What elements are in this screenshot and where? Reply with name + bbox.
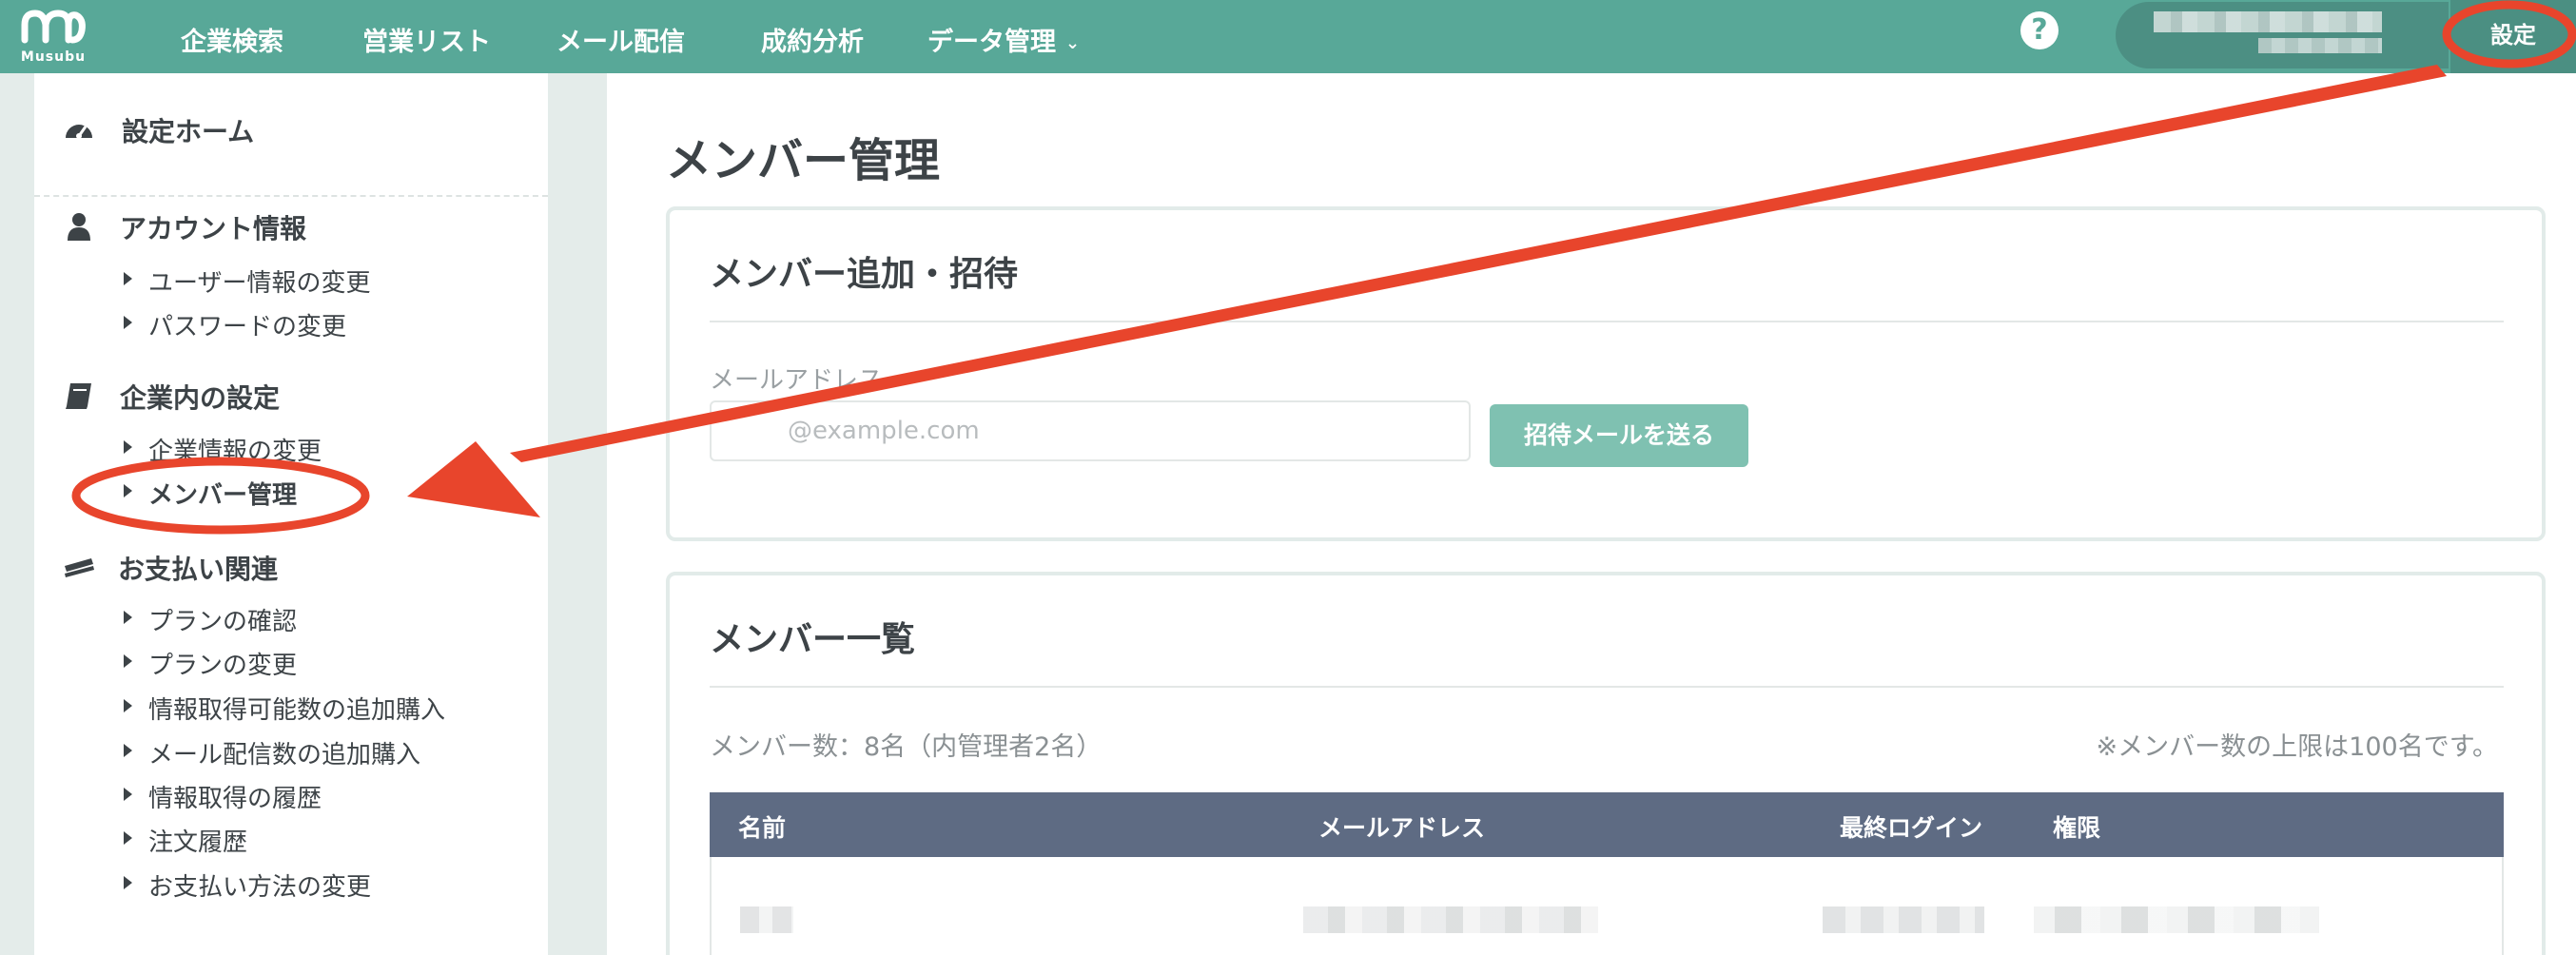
musubu-logo[interactable]: Musubu: [13, 6, 93, 68]
column-header-role[interactable]: 権限: [2053, 809, 2100, 844]
blurred-member-name: [740, 906, 793, 933]
email-field[interactable]: [710, 400, 1471, 461]
nav-data-management[interactable]: データ管理 ⌄: [927, 21, 1080, 58]
sidebar-item-password[interactable]: パスワードの変更: [148, 307, 346, 342]
top-navigation-bar: Musubu 企業検索 営業リスト メール配信 成約分析 データ管理 ⌄ ? 設定: [0, 0, 2576, 73]
member-count-text: メンバー数：8名（内管理者2名）: [710, 732, 1103, 762]
invite-card: メンバー追加・招待 メールアドレス 招待メールを送る: [666, 206, 2546, 541]
table-row: [710, 857, 2504, 955]
book-icon: [66, 383, 91, 409]
caret-right-icon: [124, 611, 132, 624]
blurred-member-email: [1303, 906, 1598, 933]
caret-right-icon: [124, 699, 132, 712]
sidebar-item-company-info[interactable]: 企業情報の変更: [148, 432, 322, 467]
sidebar-item-info-quota-purchase[interactable]: 情報取得可能数の追加購入: [148, 691, 445, 726]
caret-right-icon: [124, 831, 132, 845]
blurred-role: [2034, 906, 2319, 933]
card-divider: [710, 686, 2504, 688]
caret-right-icon: [124, 484, 132, 497]
caret-right-icon: [124, 654, 132, 668]
help-icon[interactable]: ?: [2020, 11, 2059, 49]
caret-right-icon: [124, 316, 132, 329]
nav-sales-list[interactable]: 営業リスト: [362, 21, 491, 58]
blurred-last-login: [1823, 906, 1984, 933]
member-list-card: メンバー一覧 メンバー数：8名（内管理者2名） ※メンバー数の上限は100名です…: [666, 572, 2546, 955]
nav-mail-delivery[interactable]: メール配信: [556, 21, 685, 58]
sidebar-settings-home[interactable]: 設定ホーム: [122, 111, 254, 149]
sidebar-item-plan-check[interactable]: プランの確認: [148, 602, 297, 637]
member-table-header: 名前 メールアドレス 最終ログイン 権限: [710, 792, 2504, 857]
caret-right-icon: [124, 788, 132, 801]
nav-data-management-label: データ管理: [927, 28, 1056, 57]
dashboard-icon: [66, 125, 92, 139]
caret-right-icon: [124, 876, 132, 889]
member-list-title: メンバー一覧: [710, 620, 916, 659]
card-divider: [710, 321, 2504, 322]
settings-button[interactable]: 設定: [2450, 0, 2576, 73]
main-content: メンバー管理 メンバー追加・招待 メールアドレス 招待メールを送る メンバー一覧…: [607, 73, 2576, 955]
column-header-last-login[interactable]: 最終ログイン: [1840, 809, 1982, 844]
sidebar-item-mail-quota-purchase[interactable]: メール配信数の追加購入: [148, 735, 420, 770]
sidebar-item-order-history[interactable]: 注文履歴: [148, 823, 247, 858]
sidebar-section-company: 企業内の設定: [120, 382, 281, 414]
sidebar-section-account: アカウント情報: [120, 213, 307, 244]
user-icon: [68, 213, 90, 241]
member-limit-note: ※メンバー数の上限は100名です。: [2096, 732, 2498, 762]
sidebar-gutter: [548, 73, 607, 955]
blurred-user-name: [2154, 11, 2382, 32]
caret-right-icon: [124, 744, 132, 757]
credit-card-icon: [65, 558, 94, 577]
send-invite-button[interactable]: 招待メールを送る: [1490, 404, 1748, 467]
column-header-email[interactable]: メールアドレス: [1318, 809, 1485, 844]
chevron-down-icon: ⌄: [1065, 33, 1081, 53]
column-header-name[interactable]: 名前: [738, 809, 786, 844]
logo-mark-icon: [21, 10, 86, 44]
sidebar-item-member-management[interactable]: メンバー管理: [148, 476, 297, 511]
caret-right-icon: [124, 272, 132, 285]
sidebar-divider: [34, 195, 548, 197]
sidebar-item-plan-change[interactable]: プランの変更: [148, 646, 297, 681]
sidebar-item-user-info[interactable]: ユーザー情報の変更: [148, 263, 370, 299]
blurred-user-detail: [2258, 38, 2382, 53]
nav-deal-analysis[interactable]: 成約分析: [761, 21, 864, 58]
sidebar-item-payment-method[interactable]: お支払い方法の変更: [148, 867, 371, 903]
user-account-menu[interactable]: [2116, 2, 2449, 68]
caret-right-icon: [124, 440, 132, 454]
page-title: メンバー管理: [666, 134, 941, 187]
nav-company-search[interactable]: 企業検索: [181, 21, 283, 58]
sidebar-section-payment: お支払い関連: [118, 554, 279, 585]
email-field-label: メールアドレス: [710, 366, 884, 395]
sidebar-item-info-history[interactable]: 情報取得の履歴: [148, 779, 322, 814]
invite-card-title: メンバー追加・招待: [710, 255, 1019, 294]
logo-text: Musubu: [20, 49, 87, 65]
settings-sidebar: 設定ホーム アカウント情報 ユーザー情報の変更 パスワードの変更 企業内の設定 …: [34, 73, 548, 955]
